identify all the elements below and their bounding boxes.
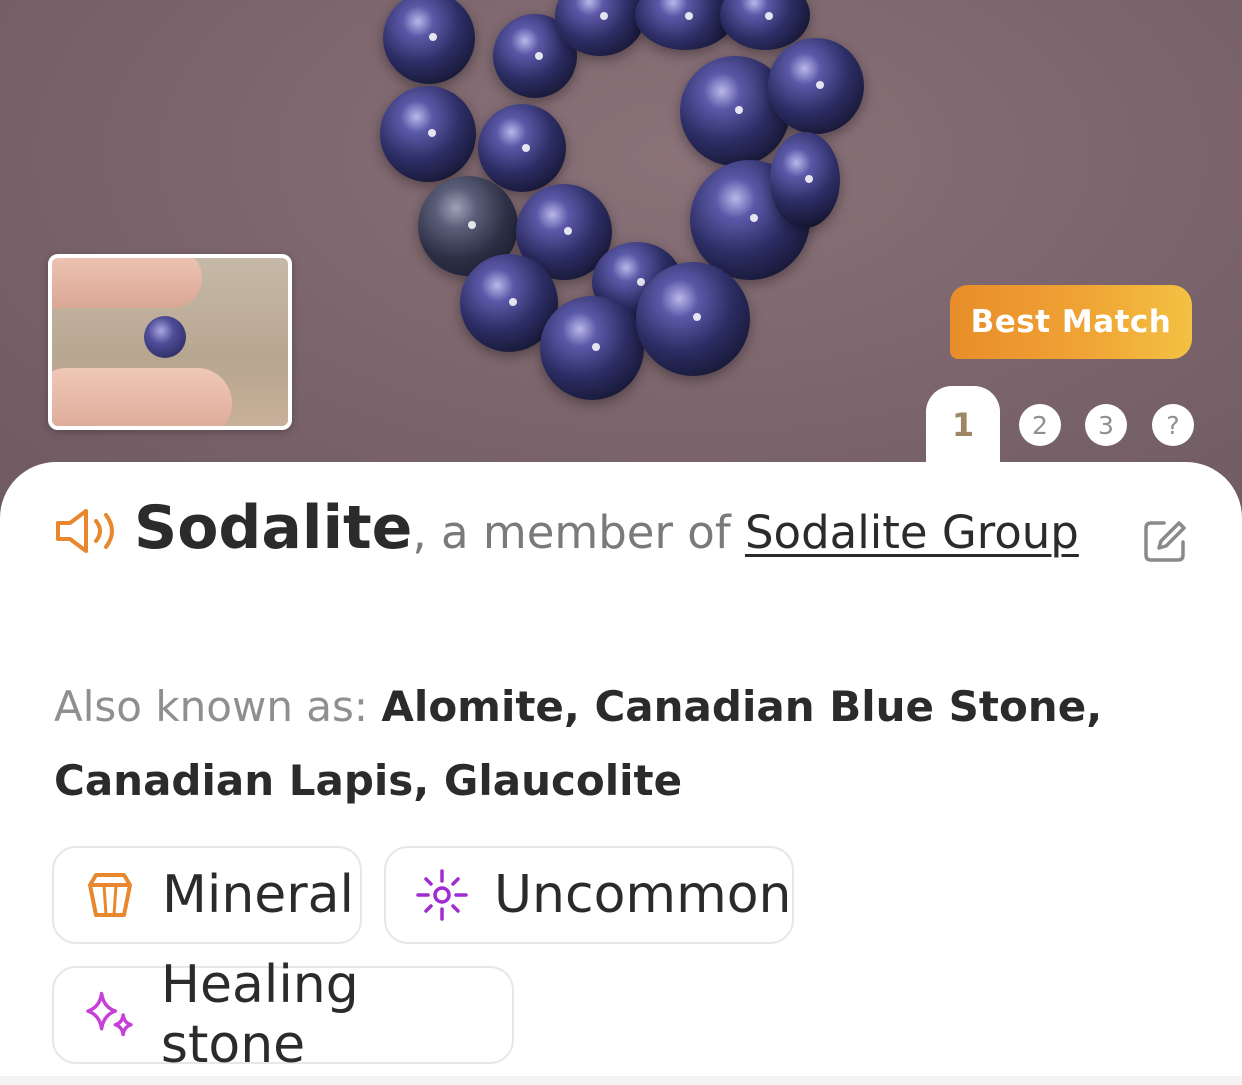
bead — [540, 296, 644, 400]
bead — [380, 86, 476, 182]
bottom-divider — [0, 1076, 1242, 1085]
aka-label: Also known as: — [54, 682, 382, 731]
crystal-icon — [88, 873, 132, 917]
bead — [383, 0, 475, 84]
edit-icon[interactable] — [1142, 518, 1188, 564]
also-known-as: Also known as: Alomite, Canadian Blue St… — [54, 670, 1174, 818]
bead — [770, 132, 840, 228]
finger-shape — [52, 368, 232, 426]
sparkle-burst-icon — [416, 869, 468, 921]
user-photo-thumbnail[interactable] — [48, 254, 292, 430]
bead — [478, 104, 566, 192]
chip-uncommon[interactable]: Uncommon — [384, 846, 794, 944]
mineral-name: Sodalite — [134, 493, 413, 563]
chip-label: Healing stone — [160, 955, 359, 1075]
chip-label: Uncommon — [494, 865, 792, 925]
finger-shape — [52, 258, 202, 308]
result-tab-2[interactable]: 2 — [1019, 404, 1061, 446]
thumbnail-bead — [144, 316, 186, 358]
chip-label: Mineral — [162, 865, 354, 925]
chip-healing-stone[interactable]: Healing stone — [52, 955, 514, 1075]
result-tab-help[interactable]: ? — [1152, 404, 1194, 446]
result-title: Sodalite, a member of Sodalite Group — [54, 492, 1114, 569]
bead — [636, 262, 750, 376]
group-link[interactable]: Sodalite Group — [745, 506, 1079, 559]
chip-mineral[interactable]: Mineral — [52, 846, 362, 944]
result-tab-3[interactable]: 3 — [1085, 404, 1127, 446]
best-match-badge: Best Match — [950, 285, 1192, 359]
speaker-icon[interactable] — [54, 506, 124, 556]
member-of-text: , a member of — [412, 506, 745, 559]
bead — [768, 38, 864, 134]
sparkles-icon — [86, 991, 133, 1037]
